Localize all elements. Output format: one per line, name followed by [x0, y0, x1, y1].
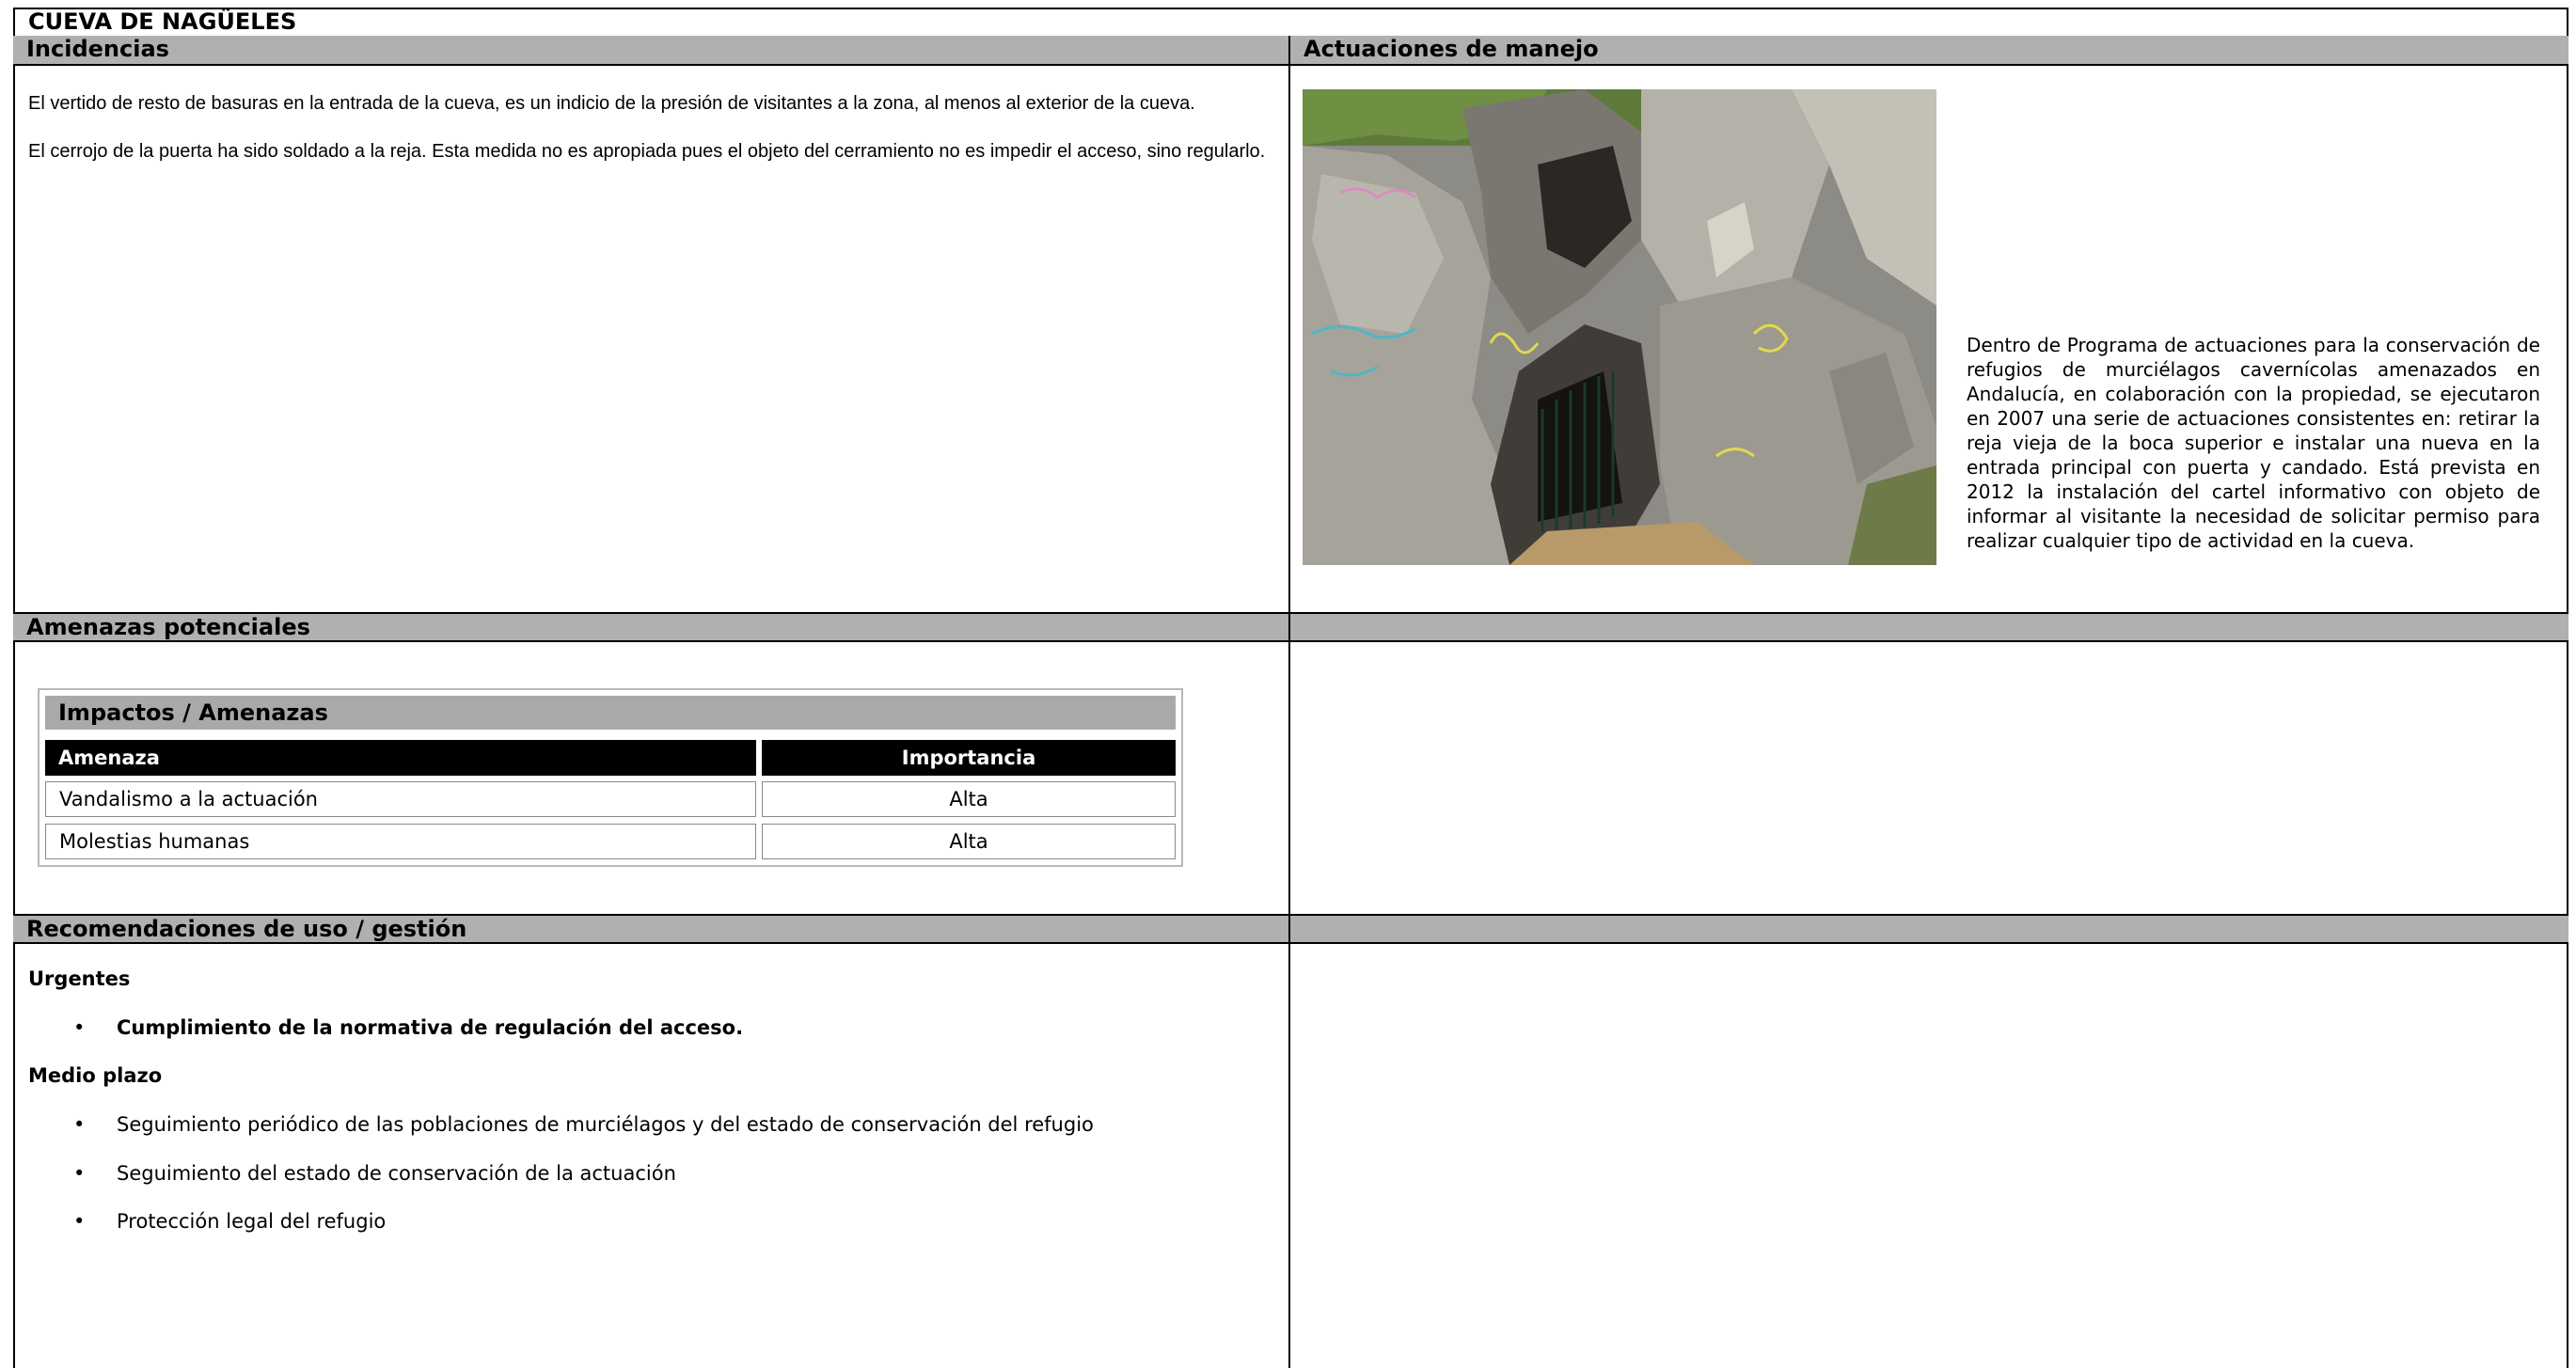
column-divider — [1288, 36, 1290, 1368]
urgentes-label: Urgentes — [28, 967, 131, 990]
cave-entrance-photo — [1303, 89, 1936, 565]
table-row-importancia: Alta — [762, 824, 1176, 859]
urgentes-item: Cumplimiento de la normativa de regulaci… — [117, 1016, 744, 1039]
amenazas-header: Amenazas potenciales — [13, 612, 1289, 642]
recomendaciones-heading: Recomendaciones de uso / gestión — [26, 916, 467, 942]
amenazas-heading: Amenazas potenciales — [26, 614, 310, 640]
table-row-amenaza: Vandalismo a la actuación — [45, 781, 756, 817]
recomendaciones-header: Recomendaciones de uso / gestión — [13, 914, 1289, 944]
page-title: CUEVA DE NAGÜELES — [13, 8, 2568, 38]
medio-plazo-item: Seguimiento del estado de conservación d… — [117, 1162, 676, 1185]
recomendaciones-right-header — [1290, 914, 2568, 944]
bullet-icon: • — [73, 1210, 86, 1233]
actuaciones-heading: Actuaciones de manejo — [1304, 36, 1599, 62]
importancia-column-label: Importancia — [901, 747, 1036, 769]
incidencias-header: Incidencias — [13, 36, 1289, 66]
incidencias-paragraph-1: El vertido de resto de basuras en la ent… — [28, 93, 1195, 114]
medio-plazo-item: Protección legal del refugio — [117, 1210, 387, 1233]
table-row-importancia: Alta — [762, 781, 1176, 817]
bullet-icon: • — [73, 1016, 86, 1039]
table-row-amenaza: Molestias humanas — [45, 824, 756, 859]
column-header-importancia: Importancia — [762, 740, 1176, 776]
incidencias-heading: Incidencias — [26, 36, 169, 62]
amenaza-column-label: Amenaza — [58, 747, 160, 769]
medio-plazo-item: Seguimiento periódico de las poblaciones… — [117, 1113, 1094, 1136]
medio-plazo-label: Medio plazo — [28, 1064, 163, 1087]
impactos-table: Impactos / Amenazas Amenaza Importancia … — [38, 688, 1183, 867]
actuaciones-description: Dentro de Programa de actuaciones para l… — [1967, 334, 2540, 552]
actuaciones-header: Actuaciones de manejo — [1290, 36, 2568, 66]
amenazas-right-header — [1290, 612, 2568, 642]
bullet-icon: • — [73, 1162, 86, 1185]
incidencias-paragraph-2: El cerrojo de la puerta ha sido soldado … — [28, 141, 1266, 162]
impactos-table-title: Impactos / Amenazas — [45, 696, 1176, 730]
bullet-icon: • — [73, 1113, 86, 1136]
column-header-amenaza: Amenaza — [45, 740, 756, 776]
